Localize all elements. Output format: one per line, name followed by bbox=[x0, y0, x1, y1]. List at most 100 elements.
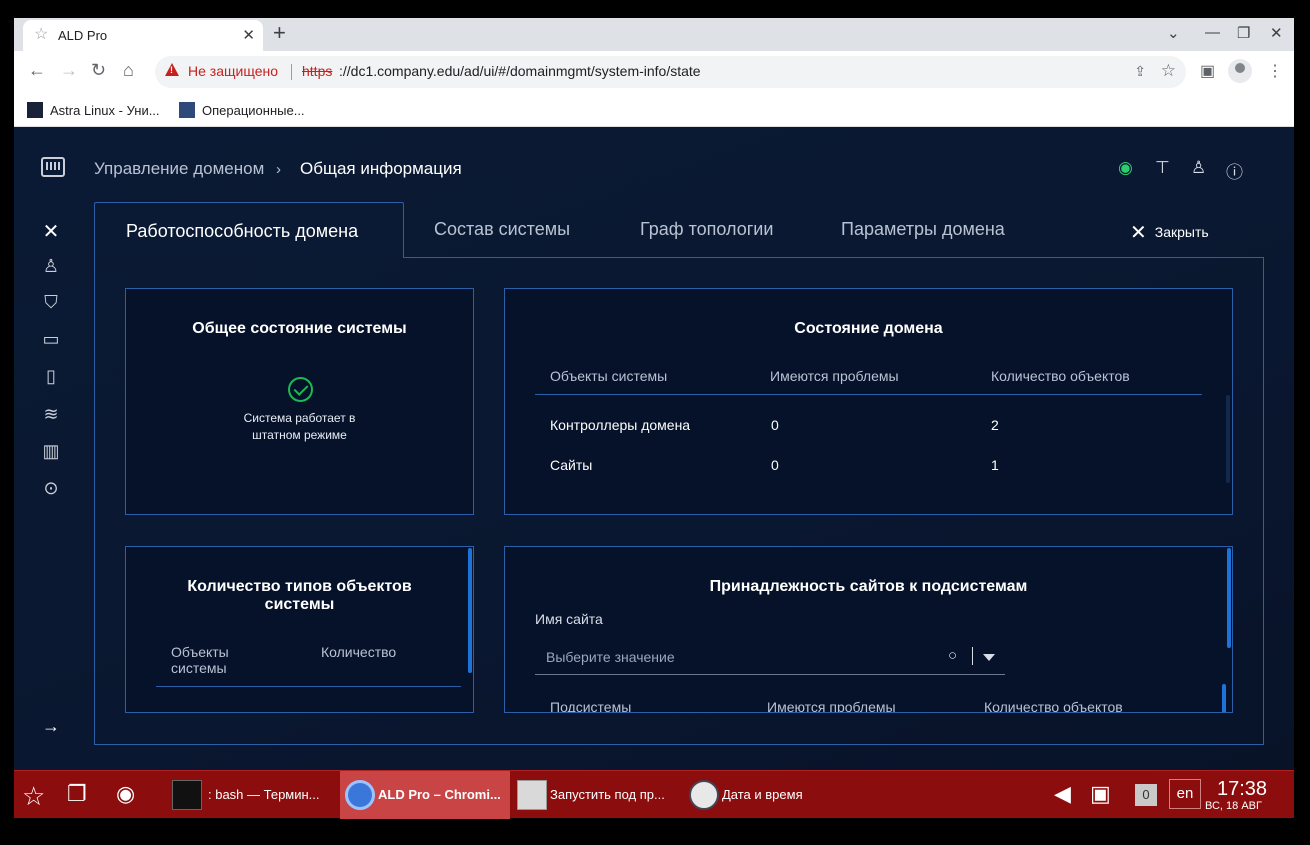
not-secure-label[interactable]: Не защищено bbox=[188, 63, 278, 79]
restore-icon[interactable]: ❐ bbox=[1237, 24, 1250, 42]
shield-icon[interactable]: ⛉ bbox=[41, 292, 61, 313]
warning-icon bbox=[165, 63, 179, 76]
home-icon[interactable]: ⌂ bbox=[123, 61, 134, 79]
url-text: ://dc1.company.edu/ad/ui/#/domainmgmt/sy… bbox=[339, 63, 701, 79]
column-header: Объекты системы bbox=[550, 368, 668, 384]
browser-window: ☆ ALD Pro ✕ + ⌄ — ❐ ✕ ← → ↻ ⌂ Не защищен… bbox=[14, 18, 1294, 770]
side-panel-icon[interactable]: ▣ bbox=[1200, 61, 1215, 81]
table-cell: Сайты bbox=[550, 457, 593, 473]
status-text-line1: Система работает в bbox=[243, 411, 356, 425]
close-icon: ✕ bbox=[1130, 222, 1147, 244]
site-membership-card: Принадлежность сайтов к подсистемам Имя … bbox=[504, 546, 1233, 713]
desktop-eye-icon[interactable]: ◉ bbox=[116, 781, 135, 807]
star-favicon-icon: ☆ bbox=[34, 26, 49, 43]
tab-domain-health[interactable]: Работоспособность домена bbox=[94, 202, 404, 258]
show-windows-icon[interactable]: ❐ bbox=[67, 781, 87, 807]
chevron-right-icon: › bbox=[276, 161, 281, 178]
bookmarks-bar: Astra Linux - Уни... Операционные... bbox=[14, 93, 1294, 127]
keyboard-layout[interactable]: en bbox=[1169, 779, 1201, 809]
table-cell: Контроллеры домена bbox=[550, 417, 691, 433]
header-divider bbox=[156, 686, 461, 687]
minimize-icon[interactable]: — bbox=[1205, 24, 1220, 41]
user-icon[interactable]: ♙ bbox=[1191, 158, 1206, 178]
scrollbar[interactable] bbox=[1227, 548, 1231, 648]
table-cell: 0 bbox=[771, 457, 779, 473]
domain-state-card: Состояние домена Объекты системы Имеются… bbox=[504, 288, 1233, 515]
new-tab-button[interactable]: + bbox=[273, 22, 286, 44]
tab-strip: ☆ ALD Pro ✕ + ⌄ — ❐ ✕ bbox=[14, 18, 1294, 51]
bar-chart-icon[interactable]: ▥ bbox=[41, 441, 61, 462]
taskbar-item-terminal[interactable]: : bash — Термин... bbox=[160, 771, 338, 819]
profile-avatar[interactable] bbox=[1228, 59, 1252, 83]
ald-pro-app: Управление доменом › Общая информация ◉ … bbox=[14, 127, 1294, 770]
column-header: Количество объектов bbox=[991, 368, 1130, 384]
tab-domain-parameters[interactable]: Параметры домена bbox=[841, 219, 1005, 240]
close-tab-icon[interactable]: ✕ bbox=[242, 26, 255, 44]
taskbar-item-run-as[interactable]: Запустить под пр... bbox=[514, 771, 684, 819]
clock-time[interactable]: 17:38 bbox=[1217, 778, 1267, 801]
search-icon[interactable]: ○ bbox=[948, 647, 957, 664]
bookmark-os[interactable]: Операционные... bbox=[179, 102, 305, 118]
bookmark-star-icon[interactable]: ☆ bbox=[1161, 61, 1176, 81]
help-icon[interactable]: ⓘ bbox=[1226, 158, 1243, 183]
table-cell: 0 bbox=[771, 417, 779, 433]
check-circle-icon bbox=[288, 377, 313, 402]
tools-icon[interactable]: ✕ bbox=[41, 219, 61, 244]
layers-icon[interactable]: ≋ bbox=[41, 404, 61, 425]
url-scheme: https bbox=[302, 63, 333, 79]
header-divider bbox=[535, 394, 1202, 395]
network-icon[interactable]: ▣ bbox=[1090, 781, 1111, 807]
run-as-key-icon bbox=[517, 780, 547, 810]
inner-scrollbar[interactable] bbox=[1222, 684, 1226, 712]
browser-tab[interactable]: ☆ ALD Pro ✕ bbox=[23, 20, 263, 51]
column-header: Объекты bbox=[171, 644, 229, 660]
user-settings-icon[interactable]: ♙ bbox=[41, 256, 61, 277]
divider bbox=[291, 64, 292, 80]
back-icon[interactable]: ← bbox=[28, 61, 46, 79]
site-select[interactable]: Выберите значение ○ bbox=[535, 639, 1005, 675]
notification-badge[interactable]: 0 bbox=[1135, 784, 1157, 806]
chevron-down-icon[interactable] bbox=[983, 654, 995, 661]
window-icon[interactable]: ▭ bbox=[41, 329, 61, 350]
forward-icon[interactable]: → bbox=[60, 61, 78, 79]
network-topology-icon[interactable]: ⊤ bbox=[1155, 158, 1170, 178]
breadcrumb-root[interactable]: Управление доменом bbox=[94, 159, 264, 179]
column-header: Имеются проблемы bbox=[770, 368, 899, 384]
reload-icon[interactable]: ↻ bbox=[91, 61, 106, 79]
table-cell: 2 bbox=[991, 417, 999, 433]
section-tabs: Работоспособность домена Состав системы … bbox=[94, 202, 1264, 258]
card-title: Количество типов объектов bbox=[187, 578, 412, 595]
status-text-line2: штатном режиме bbox=[252, 428, 347, 442]
column-header-line2: системы bbox=[171, 660, 227, 676]
app-logo-icon[interactable] bbox=[41, 157, 65, 177]
code-file-icon[interactable]: ▯ bbox=[41, 366, 61, 387]
scrollbar[interactable] bbox=[1226, 395, 1230, 483]
taskbar: ☆ ❐ ◉ : bash — Термин... ALD Pro – Chrom… bbox=[14, 770, 1294, 819]
menu-icon[interactable]: ⋮ bbox=[1267, 61, 1283, 81]
clock-date: ВС, 18 АВГ bbox=[1205, 800, 1262, 812]
tab-system-composition[interactable]: Состав системы bbox=[434, 219, 570, 240]
start-menu-star-icon[interactable]: ☆ bbox=[22, 781, 45, 812]
card-title: Состояние домена bbox=[794, 320, 943, 337]
system-state-card: Общее состояние системы Система работает… bbox=[125, 288, 474, 515]
column-header: Подсистемы bbox=[550, 699, 632, 713]
taskbar-item-datetime[interactable]: Дата и время bbox=[687, 771, 827, 819]
clock-icon bbox=[689, 780, 719, 810]
close-window-icon[interactable]: ✕ bbox=[1270, 24, 1283, 42]
volume-icon[interactable]: ◀ bbox=[1054, 781, 1071, 807]
chromium-icon bbox=[345, 780, 375, 810]
share-icon[interactable]: ⇪ bbox=[1134, 63, 1146, 80]
tab-topology-graph[interactable]: Граф топологии bbox=[640, 219, 773, 240]
antenna-icon[interactable]: ◉ bbox=[1118, 158, 1133, 178]
column-header: Количество объектов bbox=[984, 699, 1123, 713]
address-bar[interactable]: Не защищено https ://dc1.company.edu/ad/… bbox=[155, 56, 1186, 88]
tab-search-icon[interactable]: ⌄ bbox=[1167, 24, 1180, 42]
tab-title: ALD Pro bbox=[58, 28, 108, 43]
close-button[interactable]: ✕ Закрыть bbox=[1130, 220, 1209, 245]
search-analytics-icon[interactable]: ⊙ bbox=[41, 478, 61, 499]
expand-arrow-icon[interactable]: → bbox=[41, 716, 61, 737]
bookmark-astra[interactable]: Astra Linux - Уни... bbox=[27, 102, 160, 118]
taskbar-item-chromium[interactable]: ALD Pro – Chromi... bbox=[340, 771, 510, 819]
scrollbar[interactable] bbox=[468, 548, 472, 673]
astra-favicon-icon bbox=[27, 102, 43, 118]
